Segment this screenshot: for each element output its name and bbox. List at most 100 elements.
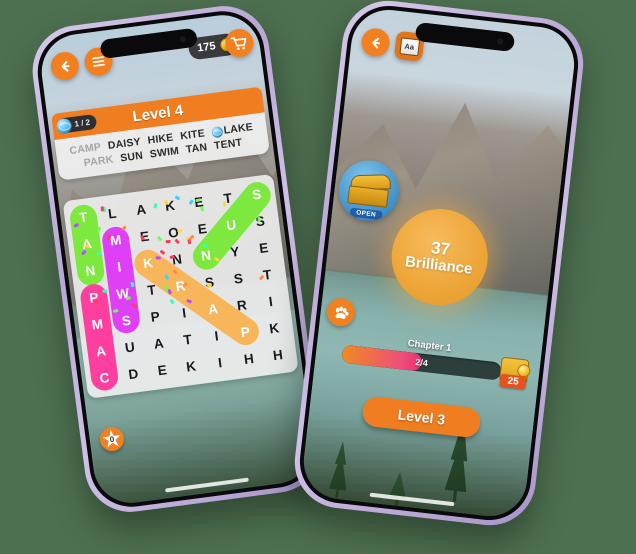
star-badge[interactable]: 0 <box>98 425 126 453</box>
home-indicator <box>165 477 249 493</box>
grid-cell[interactable]: A <box>143 329 175 358</box>
grid-cell[interactable]: N <box>161 245 193 274</box>
grid-cell[interactable]: I <box>103 253 135 282</box>
grid-cell[interactable]: R <box>226 291 258 320</box>
grid-cell[interactable]: P <box>229 318 261 347</box>
word-search-grid-card: TLAKETSAMEOEUSNIKNNYEPWTRSSTMSPIARIAUATI… <box>62 173 299 399</box>
grid-cell[interactable]: A <box>85 337 117 366</box>
dynamic-island <box>99 27 198 60</box>
grid-cell[interactable]: E <box>248 234 280 263</box>
grid-wrapper: TLAKETSAMEOEUSNIKNNYEPWTRSSTMSPIARIAUATI… <box>67 176 294 393</box>
grid-cell[interactable]: L <box>96 199 128 228</box>
grid-cell[interactable]: S <box>193 268 225 297</box>
paw-icon <box>335 305 348 319</box>
grid-cell[interactable]: I <box>200 322 232 351</box>
grid-cell[interactable]: T <box>172 326 204 355</box>
back-button[interactable] <box>49 50 81 82</box>
grid-cell[interactable]: A <box>125 195 157 224</box>
grid-cell[interactable]: S <box>241 180 273 209</box>
grid-cell[interactable]: M <box>100 226 132 255</box>
globe-icon <box>211 125 224 138</box>
grid-cell[interactable]: W <box>107 280 139 309</box>
play-level-button[interactable]: Level 3 <box>361 395 482 439</box>
grid-cell[interactable]: E <box>146 356 178 385</box>
grid-cell[interactable]: H <box>233 345 265 374</box>
grid-cell[interactable]: Y <box>219 238 251 267</box>
grid-cell[interactable]: I <box>255 287 287 316</box>
left-phone-mockup: 175 1 / 2 Level 4 CAMP DAISY HIKE KITE L… <box>27 0 327 518</box>
bonus-word-badge: 1 / 2 <box>55 113 97 135</box>
chest-open-tag: OPEN <box>349 207 383 221</box>
reward-amount: 25 <box>499 373 527 390</box>
grid-cell[interactable]: P <box>78 283 110 312</box>
word-label: KITE <box>179 127 206 143</box>
grid-cell[interactable]: M <box>81 310 113 339</box>
word-label: HIKE <box>146 131 175 147</box>
grid-cell[interactable]: A <box>71 230 103 259</box>
grid-cell[interactable]: R <box>165 272 197 301</box>
word-label: LAKE <box>222 121 254 137</box>
left-phone-bezel: 175 1 / 2 Level 4 CAMP DAISY HIKE KITE L… <box>32 6 322 512</box>
grid-cell[interactable]: A <box>197 295 229 324</box>
grid-cell[interactable]: N <box>190 241 222 270</box>
screenshot-stage: 175 1 / 2 Level 4 CAMP DAISY HIKE KITE L… <box>0 0 636 554</box>
globe-icon <box>55 117 73 135</box>
grid-cell[interactable]: P <box>139 303 171 332</box>
grid-cell[interactable]: S <box>222 264 254 293</box>
grid-cell[interactable]: T <box>67 203 99 232</box>
grid-cell[interactable]: E <box>183 188 215 217</box>
grid-cell[interactable]: K <box>175 352 207 381</box>
grid-cell[interactable]: U <box>114 333 146 362</box>
grid-cell[interactable]: T <box>136 276 168 305</box>
word-chip: KITE <box>180 127 206 142</box>
left-phone-screen: 175 1 / 2 Level 4 CAMP DAISY HIKE KITE L… <box>37 10 317 508</box>
grid-cell[interactable]: E <box>186 215 218 244</box>
word-label: SWIM <box>149 144 180 161</box>
grid-cell[interactable]: O <box>157 218 189 247</box>
tree-decoration <box>327 440 353 500</box>
word-chip: TENT <box>213 137 243 153</box>
right-phone-bezel: Aa OPEN 37 Brilliance Chapter 1 2/4 25 L… <box>295 1 583 525</box>
grid-cell[interactable]: T <box>212 184 244 213</box>
treasure-chest-button[interactable]: OPEN <box>335 157 402 224</box>
grid-cell[interactable]: K <box>154 192 186 221</box>
grid-cell[interactable]: I <box>204 348 236 377</box>
grid-cell[interactable]: I <box>168 299 200 328</box>
dynamic-island <box>414 21 515 52</box>
grid-cell[interactable]: S <box>110 306 142 335</box>
grid-cell[interactable]: T <box>251 261 283 290</box>
chest-body <box>347 185 389 208</box>
brilliance-meter[interactable]: 37 Brilliance <box>386 203 493 311</box>
grid-cell[interactable]: H <box>262 341 294 370</box>
tree-decoration <box>383 470 412 516</box>
level-title: Level 4 <box>131 101 185 126</box>
word-chip: SUN <box>120 150 144 165</box>
bonus-word-count: 1 / 2 <box>73 117 91 129</box>
word-label: PARK <box>83 153 115 170</box>
right-phone-screen: Aa OPEN 37 Brilliance Chapter 1 2/4 25 L… <box>299 5 579 521</box>
word-chip: PARK <box>83 153 114 169</box>
grid-cell[interactable]: K <box>132 249 164 278</box>
grid-cell[interactable]: U <box>215 211 247 240</box>
reward-badge[interactable]: 25 <box>497 356 532 390</box>
grid-cell[interactable]: D <box>117 360 149 389</box>
brilliance-label: Brilliance <box>404 252 474 278</box>
back-button[interactable] <box>360 26 392 58</box>
paw-button[interactable] <box>325 296 357 328</box>
coin-amount: 175 <box>196 40 217 55</box>
letter-grid[interactable]: TLAKETSAMEOEUSNIKNNYEPWTRSSTMSPIARIAUATI… <box>67 180 294 392</box>
book-icon: Aa <box>398 36 420 56</box>
word-label: SUN <box>119 149 144 165</box>
grid-cell[interactable]: E <box>129 222 161 251</box>
grid-cell[interactable]: K <box>258 314 290 343</box>
grid-cell[interactable]: C <box>88 364 120 393</box>
star-count: 0 <box>109 434 115 444</box>
word-chip: SWIM <box>149 145 180 161</box>
right-phone-mockup: Aa OPEN 37 Brilliance Chapter 1 2/4 25 L… <box>289 0 589 531</box>
word-label: TENT <box>213 136 243 153</box>
word-chip: TAN <box>185 141 208 156</box>
grid-cell[interactable]: N <box>74 257 106 286</box>
chest-icon <box>346 172 391 208</box>
home-indicator <box>369 492 455 507</box>
grid-cell[interactable]: S <box>244 207 276 236</box>
